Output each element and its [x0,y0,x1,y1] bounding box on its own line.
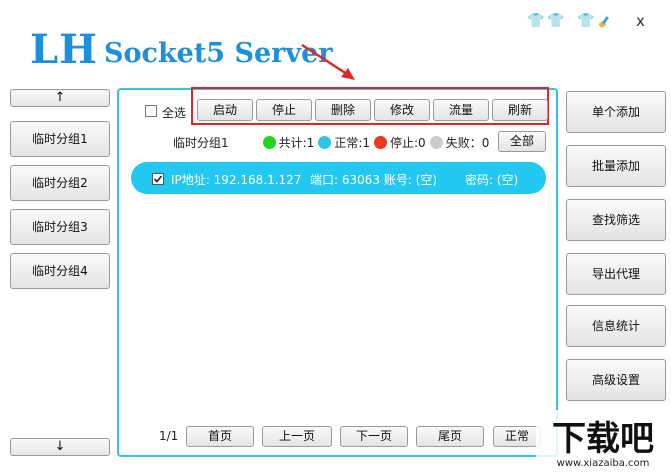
proxy-password: 密码: (空) [465,173,519,187]
export-proxy-button[interactable]: 导出代理 [566,253,666,295]
skin-black-icon[interactable]: 👕 [577,13,594,29]
skin-icons: 👕 👕 👕 [527,12,613,30]
annotation-arrow [301,43,355,80]
proxy-row-checkbox[interactable] [152,173,164,185]
proxy-ip: IP地址: 192.168.1.127 [171,173,302,187]
watermark-brand: 下载吧 [552,419,654,459]
advanced-settings-button[interactable]: 高级设置 [566,359,666,401]
close-button[interactable]: x [636,12,645,30]
normal-count: 正常:1 [334,135,371,150]
normal-status-icon [318,135,332,149]
delete-button[interactable]: 删除 [315,99,371,121]
total-status-icon [262,135,276,149]
group-item-4[interactable]: 临时分组4 [10,253,110,289]
next-page-button[interactable]: 下一页 [340,426,408,447]
stop-button[interactable]: 停止 [256,99,312,121]
last-page-button[interactable]: 尾页 [416,426,484,447]
watermark-url: www.xiazaiba.com [557,458,650,469]
group-name-label: 临时分组1 [173,135,229,150]
status-bar: 临时分组1 共计:1 正常:1 停止:0 失败：0 [173,133,489,151]
skin-orange-icon[interactable]: 👕 [527,13,544,29]
edit-button[interactable]: 修改 [374,99,430,121]
proxy-port-account: 端口: 63063 账号: (空) [310,173,438,187]
select-all-checkbox[interactable] [145,105,157,117]
scroll-down-button[interactable]: ↓ [10,438,110,456]
prev-page-button[interactable]: 上一页 [262,426,332,447]
add-single-button[interactable]: 单个添加 [566,91,666,133]
logo-lh: LH [30,26,98,73]
watermark-logo: 下载吧 www.xiazaiba.com [536,410,671,471]
select-all-label: 全选 [162,106,187,120]
group-item-2[interactable]: 临时分组2 [10,165,110,201]
show-all-button[interactable]: 全部 [498,131,546,152]
group-item-1[interactable]: 临时分组1 [10,121,110,157]
start-button[interactable]: 启动 [197,99,253,121]
brush-icon[interactable] [597,13,613,29]
stopped-status-icon [374,135,388,149]
refresh-button[interactable]: 刷新 [492,99,548,121]
skin-blue-icon[interactable]: 👕 [547,13,564,29]
first-page-button[interactable]: 首页 [186,426,254,447]
scroll-up-button[interactable]: ↑ [10,89,110,107]
page-indicator: 1/1 [159,429,179,443]
search-filter-button[interactable]: 查找筛选 [566,199,666,241]
failed-status-icon [429,135,443,149]
failed-count: 失败：0 [445,135,490,150]
stopped-count: 停止:0 [390,135,426,150]
traffic-button[interactable]: 流量 [433,99,489,121]
group-item-3[interactable]: 临时分组3 [10,209,110,245]
add-batch-button[interactable]: 批量添加 [566,145,666,187]
total-count: 共计:1 [278,135,315,150]
mode-button[interactable]: 正常 [493,426,541,447]
statistics-button[interactable]: 信息统计 [566,305,666,347]
